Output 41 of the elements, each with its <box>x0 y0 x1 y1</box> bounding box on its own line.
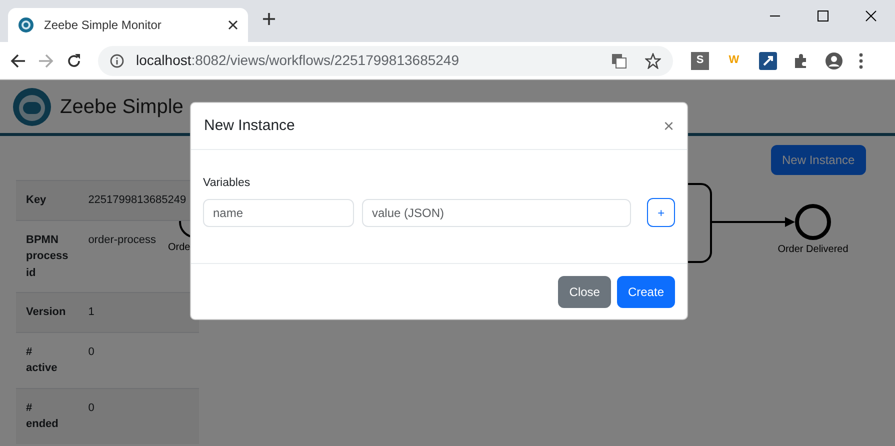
profile-icon[interactable] <box>825 52 843 70</box>
close-button[interactable]: Close <box>558 276 611 308</box>
url-text: localhost:8082/views/workflows/2251799813685249 <box>136 51 460 70</box>
end-event <box>795 204 831 240</box>
address-bar[interactable]: localhost:8082/views/workflows/2251799813685249 <box>98 46 673 76</box>
detail-value: 2251799813685249 <box>88 194 186 206</box>
detail-label: Version <box>16 292 78 332</box>
detail-label: # ended <box>16 388 78 444</box>
variables-label: Variables <box>203 176 250 191</box>
dialog-title: New Instance <box>204 117 295 135</box>
end-event-label: Order Delivered <box>778 244 848 255</box>
detail-value: order-process <box>88 234 156 246</box>
robot-logo-icon <box>12 86 52 126</box>
extension-icon[interactable]: S <box>691 52 709 70</box>
back-icon[interactable] <box>10 52 26 68</box>
info-icon <box>110 54 124 68</box>
variable-value-field[interactable]: value (JSON) <box>362 198 632 227</box>
detail-value: 0 <box>88 402 94 414</box>
app-title: Zeebe Simple <box>60 94 184 120</box>
translate-icon[interactable] <box>611 52 627 68</box>
app-logo-icon <box>18 17 34 33</box>
detail-value: 0 <box>88 346 94 358</box>
detail-label: Key <box>16 180 78 220</box>
close-icon[interactable] <box>865 10 877 22</box>
start-event-label: Orde <box>168 242 190 253</box>
tab-title: Zeebe Simple Monitor <box>44 17 162 34</box>
close-button[interactable]: × <box>663 117 674 135</box>
detail-value: 1 <box>88 306 94 318</box>
new-tab-icon[interactable] <box>262 12 276 26</box>
maximize-icon[interactable] <box>817 10 829 22</box>
variable-name-field[interactable]: name <box>203 198 354 227</box>
extension-icon[interactable] <box>759 52 777 70</box>
new-instance-button[interactable]: New Instance <box>771 145 866 175</box>
create-button[interactable]: Create <box>616 276 675 308</box>
browser-tab[interactable]: Zeebe Simple Monitor <box>8 8 248 42</box>
menu-icon[interactable] <box>859 52 863 68</box>
star-icon[interactable] <box>645 52 661 68</box>
add-variable-button[interactable]: + <box>647 198 675 228</box>
reload-icon[interactable] <box>66 52 82 68</box>
puzzle-icon[interactable] <box>793 52 809 68</box>
close-icon[interactable] <box>228 20 238 30</box>
